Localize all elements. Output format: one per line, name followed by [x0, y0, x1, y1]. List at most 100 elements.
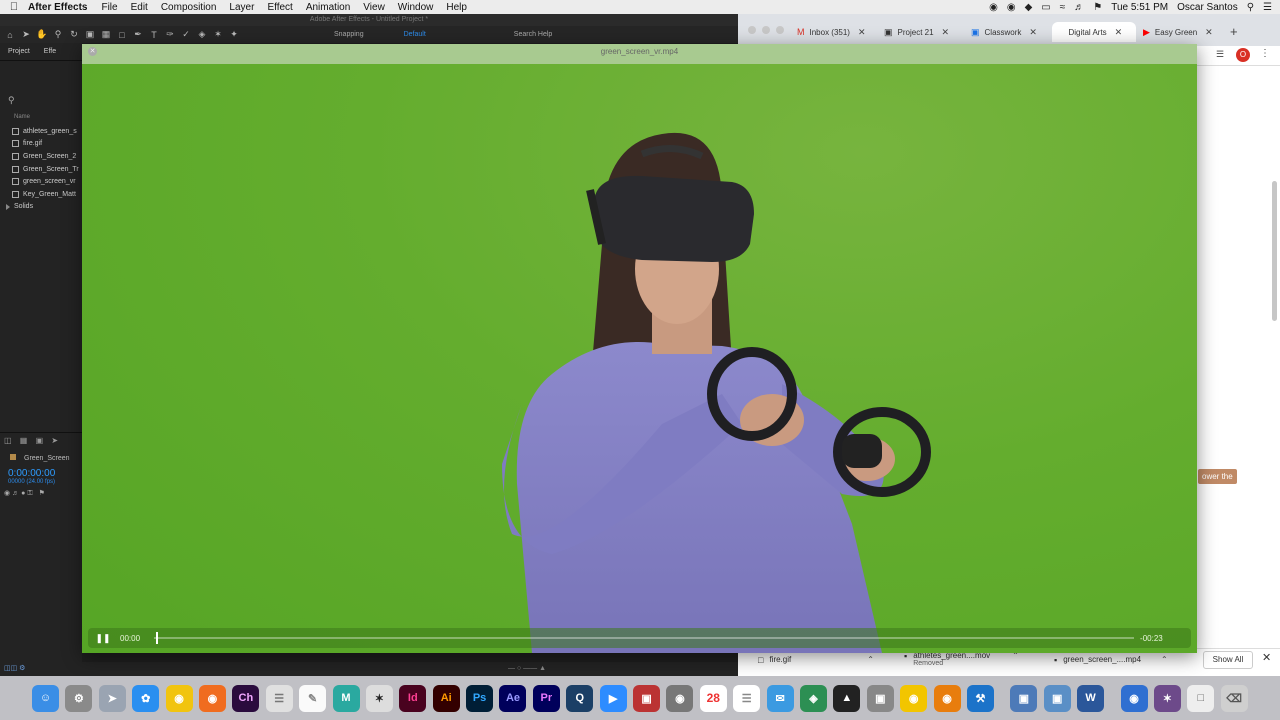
- brush-tool-icon[interactable]: ✑: [164, 29, 176, 40]
- dock-word[interactable]: W: [1077, 684, 1105, 712]
- menu-help[interactable]: Help: [446, 2, 467, 13]
- browser-tab-project[interactable]: ▣ Project 21 ✕: [884, 22, 962, 42]
- minimize-window-button[interactable]: [762, 26, 770, 34]
- creative-cloud-icon[interactable]: ◉: [1007, 2, 1016, 13]
- playhead-handle[interactable]: [156, 632, 159, 644]
- layer-switches-icons[interactable]: ◉♬●⚿ ⚑: [4, 489, 82, 498]
- user-name[interactable]: Oscar Santos: [1177, 2, 1238, 13]
- type-tool-icon[interactable]: T: [148, 30, 160, 40]
- clock[interactable]: Tue 5:51 PM: [1111, 2, 1168, 13]
- scrub-bar[interactable]: [154, 632, 1135, 644]
- workspace-default[interactable]: Default: [404, 31, 426, 38]
- tab-project[interactable]: Project: [8, 48, 30, 55]
- notification-center-icon[interactable]: ☰: [1263, 2, 1272, 13]
- menu-effect[interactable]: Effect: [267, 2, 292, 13]
- dock-documents[interactable]: □: [1187, 684, 1215, 712]
- dock-mail[interactable]: ✉: [766, 684, 794, 712]
- menu-file[interactable]: File: [101, 2, 117, 13]
- dock-image-capture[interactable]: ▣: [1043, 684, 1071, 712]
- close-icon[interactable]: ✕: [88, 47, 97, 56]
- browser-tab-digital-arts[interactable]: □ Digital Arts ✕: [1052, 22, 1136, 42]
- dock-notes[interactable]: ☰: [265, 684, 293, 712]
- list-item[interactable]: Green_Screen_2: [4, 150, 82, 163]
- dock-indesign[interactable]: Id: [399, 684, 427, 712]
- dock-quicktime[interactable]: Q: [566, 684, 594, 712]
- zoom-tool-icon[interactable]: ⚲: [52, 29, 64, 40]
- menu-view[interactable]: View: [363, 2, 385, 13]
- download-item[interactable]: □ fire.gif ⌃: [758, 655, 874, 665]
- dock-safari[interactable]: ✿: [132, 684, 160, 712]
- dock-firefox[interactable]: ◉: [198, 684, 226, 712]
- list-item[interactable]: fire.gif: [4, 138, 82, 151]
- pen-tool-icon[interactable]: ✒: [132, 29, 144, 40]
- search-icon[interactable]: ⚲: [1247, 2, 1254, 13]
- download-item[interactable]: ▪ athletes_green....mov Removed ⌃: [904, 651, 1019, 667]
- dock-maya[interactable]: M: [332, 684, 360, 712]
- dock-preview[interactable]: ▣: [1010, 684, 1038, 712]
- dock-photo-booth[interactable]: ▣: [633, 684, 661, 712]
- flag-icon[interactable]: ⚑: [1093, 2, 1102, 13]
- close-tab-icon[interactable]: ✕: [1029, 27, 1037, 38]
- dock-launchpad[interactable]: ➤: [98, 684, 126, 712]
- snapping-checkbox[interactable]: Snapping: [334, 31, 364, 38]
- dock-zoom[interactable]: ▶: [599, 684, 627, 712]
- menu-animation[interactable]: Animation: [306, 2, 350, 13]
- dock-finder[interactable]: ☺: [32, 684, 59, 712]
- close-tab-icon[interactable]: ✕: [858, 27, 866, 38]
- pause-button[interactable]: ❚❚: [92, 633, 114, 644]
- timeline-toolbar-icons[interactable]: ◫ ▦ ▣ ➤: [0, 433, 82, 448]
- chevron-up-icon[interactable]: ⌃: [1161, 655, 1168, 664]
- close-tab-icon[interactable]: ✕: [1115, 27, 1123, 38]
- video-frame[interactable]: [82, 64, 1197, 653]
- airplay-icon[interactable]: ▭: [1041, 2, 1050, 13]
- dock-after-effects[interactable]: Ae: [499, 684, 527, 712]
- timecode[interactable]: 0:00:00:00: [8, 468, 82, 479]
- dock-cyberduck[interactable]: ◉: [900, 684, 928, 712]
- dock-photoshop[interactable]: Ps: [466, 684, 494, 712]
- dock-calendar[interactable]: 28: [699, 684, 727, 712]
- dock-textedit[interactable]: ✎: [299, 684, 327, 712]
- dock-migration[interactable]: ◉: [666, 684, 694, 712]
- menu-window[interactable]: Window: [398, 2, 434, 13]
- apple-icon[interactable]: : [0, 1, 28, 13]
- list-item[interactable]: Green_Screen_Tr: [4, 163, 82, 176]
- zoom-slider[interactable]: — ○ —— ▲: [508, 662, 546, 676]
- eraser-tool-icon[interactable]: ◈: [196, 29, 208, 40]
- wifi-icon[interactable]: ≈: [1060, 2, 1066, 13]
- puppet-tool-icon[interactable]: ✦: [228, 29, 240, 40]
- dock-scrivener[interactable]: ✶: [1153, 684, 1181, 712]
- list-item[interactable]: Key_Green_Matt: [4, 188, 82, 201]
- menu-composition[interactable]: Composition: [161, 2, 217, 13]
- dock-app-cinema[interactable]: ◈: [799, 684, 827, 712]
- column-name[interactable]: Name: [14, 114, 30, 120]
- dock-chrome[interactable]: ◉: [165, 684, 193, 712]
- dock-unity[interactable]: ▲: [833, 684, 861, 712]
- page-scrollbar[interactable]: [1272, 181, 1277, 321]
- timeline-comp-tab[interactable]: Green_Screen: [10, 454, 82, 462]
- dock-network[interactable]: ◉: [1120, 684, 1148, 712]
- roto-tool-icon[interactable]: ✶: [212, 29, 224, 40]
- dock-screenshot[interactable]: ▣: [866, 684, 894, 712]
- dock-character-animator[interactable]: Ch: [232, 684, 260, 712]
- browser-tab-inbox[interactable]: M Inbox (351) ✕: [797, 22, 875, 42]
- dock-zbrush[interactable]: ✶: [365, 684, 393, 712]
- home-icon[interactable]: ⌂: [4, 30, 16, 40]
- menu-edit[interactable]: Edit: [131, 2, 148, 13]
- clone-tool-icon[interactable]: ✓: [180, 29, 192, 40]
- hand-tool-icon[interactable]: ✋: [36, 29, 48, 40]
- menu-layer[interactable]: Layer: [229, 2, 254, 13]
- dock-system-preferences[interactable]: ⚙: [65, 684, 93, 712]
- download-item[interactable]: ▪ green_screen_....mp4 ⌃: [1054, 655, 1168, 665]
- zoom-window-button[interactable]: [776, 26, 784, 34]
- browser-menu-icon[interactable]: ⋮: [1260, 48, 1270, 59]
- close-tab-icon[interactable]: ✕: [942, 27, 950, 38]
- list-item[interactable]: athletes_green_s: [4, 125, 82, 138]
- profile-avatar[interactable]: O: [1236, 48, 1250, 62]
- chevron-up-icon[interactable]: ⌃: [867, 655, 874, 664]
- camera-tool-icon[interactable]: ▣: [84, 29, 96, 40]
- rectangle-tool-icon[interactable]: □: [116, 30, 128, 40]
- project-search-icon[interactable]: ⚲: [8, 95, 15, 106]
- dock-xcode[interactable]: ⚒: [966, 684, 994, 712]
- pan-tool-icon[interactable]: ▦: [100, 29, 112, 40]
- app-menu[interactable]: After Effects: [28, 2, 87, 13]
